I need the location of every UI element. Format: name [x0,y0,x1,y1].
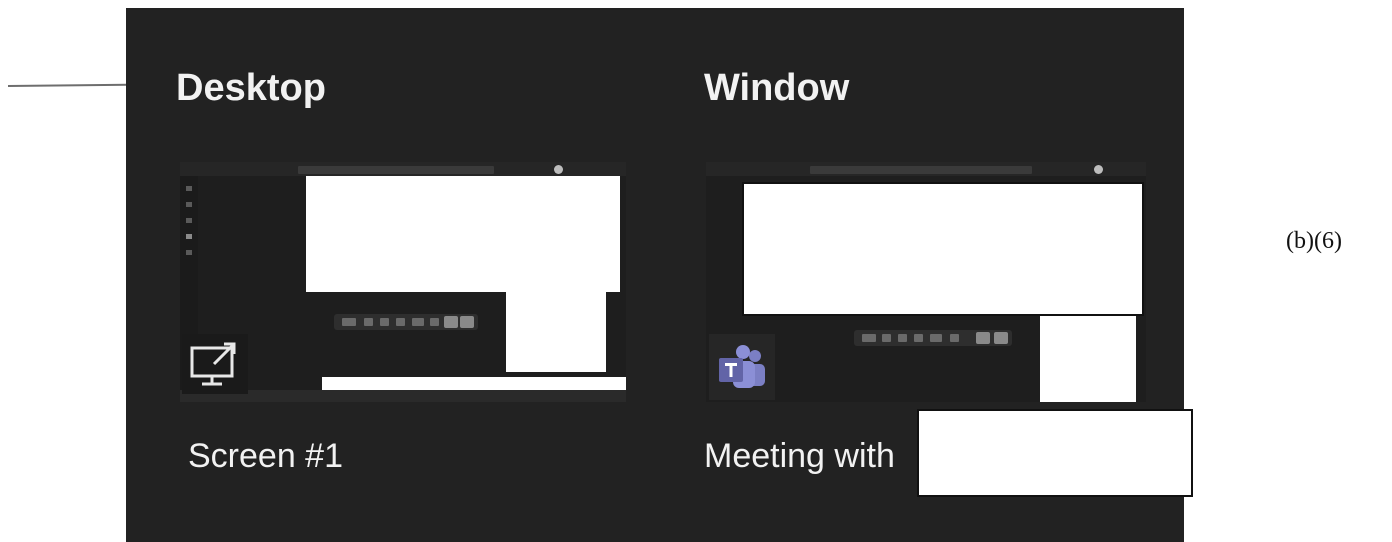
redacted-region [742,182,1144,316]
window-section-title: Window [704,67,850,109]
avatar [554,165,563,174]
thumbnail-titlebar [706,162,1146,176]
thumbnail-search-bar [810,166,1032,174]
redaction-annotation: (b)(6) [1286,228,1342,254]
redacted-region [506,292,606,372]
desktop-share-tile [182,334,248,394]
meeting-controls-bar [334,314,478,330]
redacted-region [1040,316,1136,402]
window-caption: Meeting with [704,437,895,475]
desktop-section-title: Desktop [176,67,326,109]
desktop-caption: Screen #1 [188,437,343,475]
redacted-region [917,409,1193,497]
share-screen-icon [190,342,236,386]
avatar [1094,165,1103,174]
window-app-tile [709,334,775,400]
thumbnail-titlebar [180,162,626,176]
thumbnail-search-bar [298,166,494,174]
meeting-controls-bar [854,330,1012,346]
redacted-region [306,176,620,292]
teams-icon [719,345,765,388]
